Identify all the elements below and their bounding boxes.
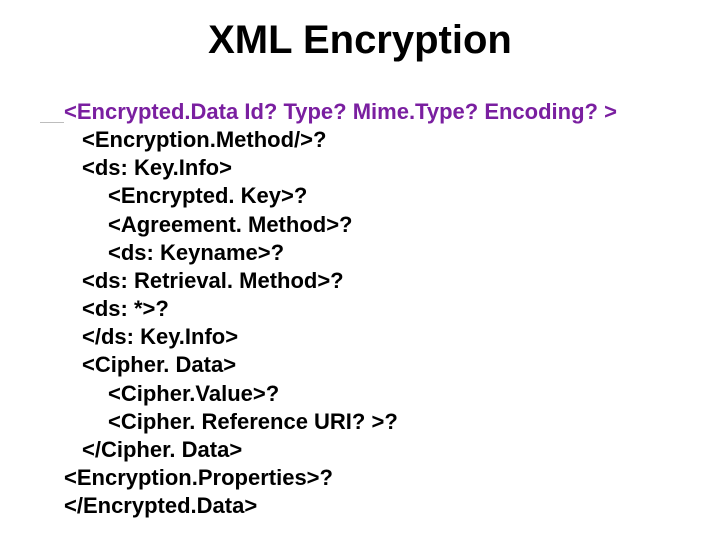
code-line: </Encrypted.Data> — [64, 492, 684, 520]
code-line: <Cipher.Value>? — [64, 380, 684, 408]
slide: XML Encryption <Encrypted.Data Id? Type?… — [0, 0, 720, 540]
code-line: <Agreement. Method>? — [64, 211, 684, 239]
slide-title: XML Encryption — [0, 18, 720, 63]
code-line: <Encryption.Method/>? — [64, 126, 684, 154]
code-line: <ds: Retrieval. Method>? — [64, 267, 684, 295]
code-line: <Cipher. Reference URI? >? — [64, 408, 684, 436]
code-line: <ds: *>? — [64, 295, 684, 323]
code-line: <Encryption.Properties>? — [64, 464, 684, 492]
code-line: <Encrypted.Data Id? Type? Mime.Type? Enc… — [64, 98, 684, 126]
code-line: <ds: Keyname>? — [64, 239, 684, 267]
code-line: <Encrypted. Key>? — [64, 182, 684, 210]
code-line: <ds: Key.Info> — [64, 154, 684, 182]
code-line: </Cipher. Data> — [64, 436, 684, 464]
slide-body: <Encrypted.Data Id? Type? Mime.Type? Enc… — [64, 98, 684, 520]
code-line: </ds: Key.Info> — [64, 323, 684, 351]
code-line: <Cipher. Data> — [64, 351, 684, 379]
